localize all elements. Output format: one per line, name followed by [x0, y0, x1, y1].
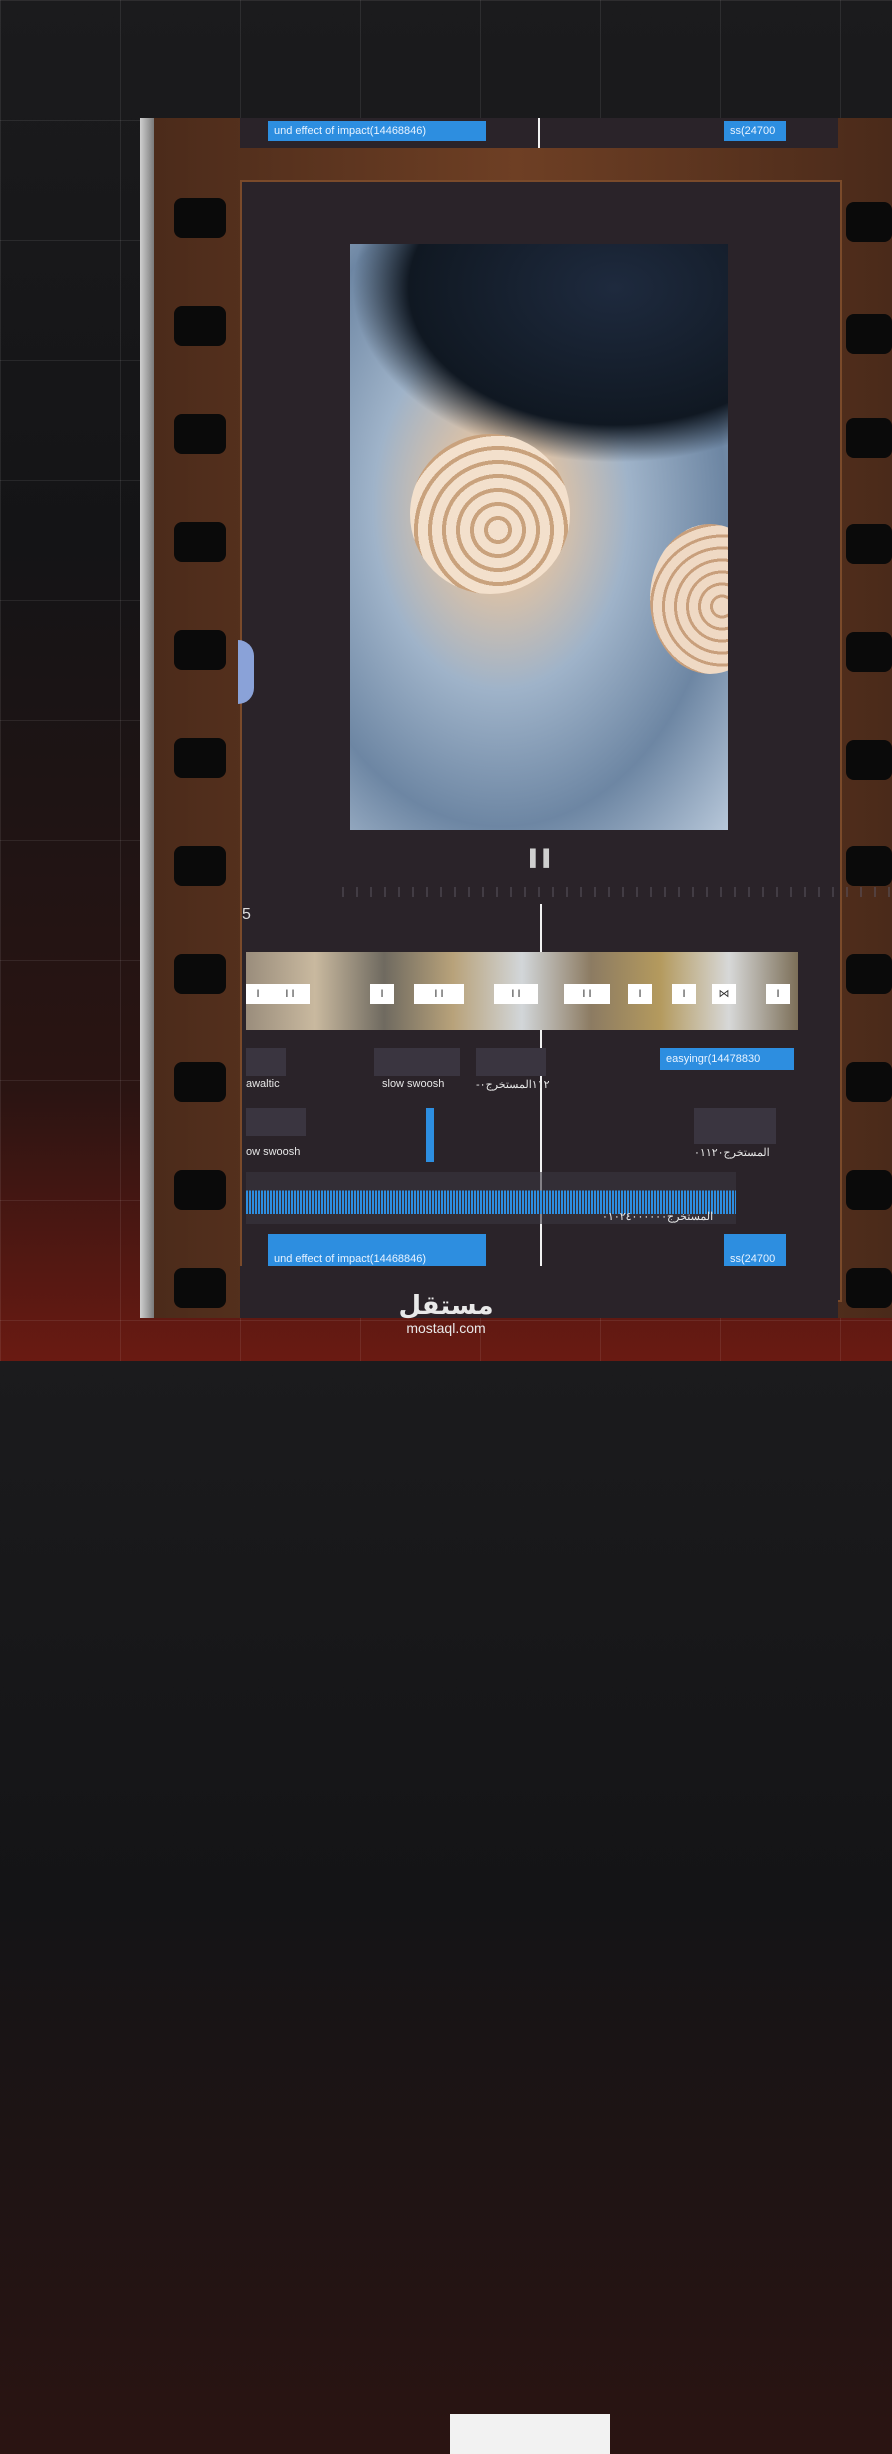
next-frame: [240, 1266, 838, 2454]
sprocket-hole: [846, 740, 892, 780]
sprocket-hole: [174, 846, 226, 886]
sprocket-hole: [846, 632, 892, 672]
sprocket-hole: [846, 1268, 892, 1308]
split-marker[interactable]: I I: [270, 984, 310, 1004]
sprocket-hole: [174, 1268, 226, 1308]
sprocket-hole: [174, 738, 226, 778]
audio-clip[interactable]: [476, 1048, 546, 1076]
sprocket-hole: [174, 954, 226, 994]
audio-clip-label: awaltic: [246, 1078, 280, 1090]
split-marker[interactable]: I I: [564, 984, 610, 1004]
time-ruler[interactable]: [342, 887, 892, 897]
sprocket-hole: [174, 1170, 226, 1210]
sprocket-hole: [174, 198, 226, 238]
pause-icon[interactable]: ▌▌: [530, 850, 557, 868]
transition-icon[interactable]: ⋈: [712, 984, 736, 1004]
dough-swirl: [410, 434, 570, 594]
audio-clip-label: -١١٢المستخرج٠: [476, 1079, 550, 1091]
sprocket-hole: [174, 630, 226, 670]
sprocket-hole: [846, 1062, 892, 1102]
audio-clip[interactable]: easyingr(14478830: [660, 1048, 794, 1070]
sprocket-hole: [846, 314, 892, 354]
audio-clip[interactable]: [426, 1108, 434, 1162]
split-marker[interactable]: I I: [414, 984, 464, 1004]
split-marker[interactable]: I: [370, 984, 394, 1004]
audio-clip-tag[interactable]: und effect of impact(14468846): [268, 121, 486, 141]
split-marker[interactable]: I: [246, 984, 270, 1004]
glove-image: [350, 244, 728, 464]
audio-clip-label: ow swoosh: [246, 1146, 301, 1158]
scroll-handle[interactable]: [238, 640, 254, 704]
next-frame-preview: [450, 2414, 610, 2454]
sprocket-hole: [846, 1170, 892, 1210]
audio-clip-label: المستخرج٠١١٢٠: [694, 1147, 770, 1159]
split-marker[interactable]: I I: [494, 984, 538, 1004]
sprocket-hole: [846, 524, 892, 564]
audio-clip[interactable]: [246, 1108, 306, 1136]
audio-clip-tag[interactable]: ss(24700: [724, 121, 786, 141]
watermark-url: mostaql.com: [406, 1320, 486, 1336]
audio-clip[interactable]: [694, 1108, 776, 1144]
audio-clip[interactable]: [246, 1048, 286, 1076]
audio-clip-label: المستخرج٠١٠٢٤٠٠٠٠٠٠: [602, 1211, 714, 1223]
video-thumbnail-track[interactable]: I I I I I I I I I I I I ⋈ I: [246, 952, 798, 1030]
watermark-logo: مستقل: [398, 1291, 494, 1321]
sprocket-hole: [174, 414, 226, 454]
editor-frame: ▌▌ 5 I I I I I I I I I I I I ⋈ I awaltic…: [240, 180, 892, 1302]
sprocket-hole: [174, 1062, 226, 1102]
sprocket-hole: [846, 418, 892, 458]
video-preview[interactable]: [350, 244, 728, 830]
sprocket-hole: [846, 846, 892, 886]
track-number: 5: [242, 906, 251, 923]
watermark: مستقل mostaql.com: [390, 1292, 502, 1336]
playhead[interactable]: [538, 118, 540, 148]
sprocket-hole: [846, 202, 892, 242]
audio-clip-label: slow swoosh: [382, 1078, 445, 1090]
audio-clip[interactable]: [374, 1048, 460, 1076]
film-edge: [140, 118, 154, 1318]
audio-waveform: [246, 1178, 736, 1214]
film-strip: und effect of impact(14468846) ss(24700 …: [140, 118, 892, 2454]
top-timeline-strip: und effect of impact(14468846) ss(24700: [240, 118, 838, 148]
sprocket-hole: [846, 954, 892, 994]
sprocket-hole: [174, 306, 226, 346]
split-marker[interactable]: I: [766, 984, 790, 1004]
sprocket-hole: [174, 522, 226, 562]
split-marker[interactable]: I: [628, 984, 652, 1004]
split-marker[interactable]: I: [672, 984, 696, 1004]
dough-swirl: [650, 524, 728, 674]
